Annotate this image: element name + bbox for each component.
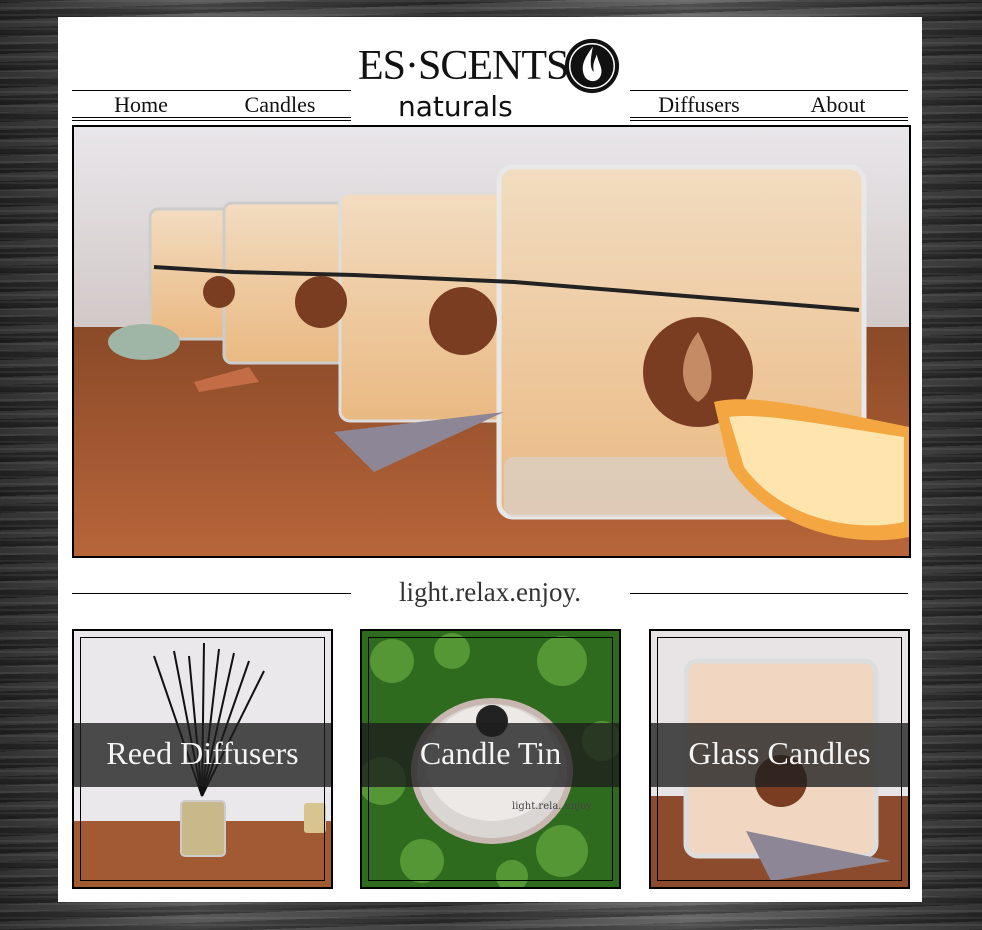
tile-label-candle-tin: Candle Tin — [419, 735, 562, 771]
tile-glass-candles[interactable]: Glass Candles — [649, 629, 910, 889]
nav-candles[interactable]: Candles — [230, 92, 330, 118]
page-container: Home Candles Diffusers About ES·SCENTS n… — [58, 17, 922, 902]
brand-name-top: ES·SCENTS — [358, 43, 569, 89]
nav-diffusers[interactable]: Diffusers — [649, 92, 749, 118]
tile-label-reed-diffusers: Reed Diffusers — [106, 735, 299, 771]
nav-rule-left-bottom-2 — [72, 120, 351, 121]
svg-text:light.rela..enjoy.: light.rela..enjoy. — [512, 801, 594, 812]
tile-candle-tin[interactable]: light.rela..enjoy. Candle Tin — [360, 629, 621, 889]
tile-reed-diffusers[interactable]: Reed Diffusers — [72, 629, 333, 889]
nav-rule-left-top — [72, 90, 351, 91]
hero-candles-illustration — [74, 127, 909, 556]
brand-logo[interactable]: ES·SCENTS naturals — [358, 35, 620, 127]
nav-home[interactable]: Home — [91, 92, 191, 118]
tile-label-glass-candles: Glass Candles — [688, 735, 871, 771]
nav-rule-right-bottom-2 — [630, 120, 908, 121]
brand-name-bottom: naturals — [398, 90, 513, 123]
nav-rule-right-top — [630, 90, 908, 91]
nav-about[interactable]: About — [788, 92, 888, 118]
tagline-rule-left — [72, 593, 351, 594]
flame-icon — [564, 38, 620, 94]
tagline-rule-right — [630, 593, 908, 594]
tagline: light.relax.enjoy. — [399, 577, 581, 607]
hero-image — [72, 125, 911, 558]
